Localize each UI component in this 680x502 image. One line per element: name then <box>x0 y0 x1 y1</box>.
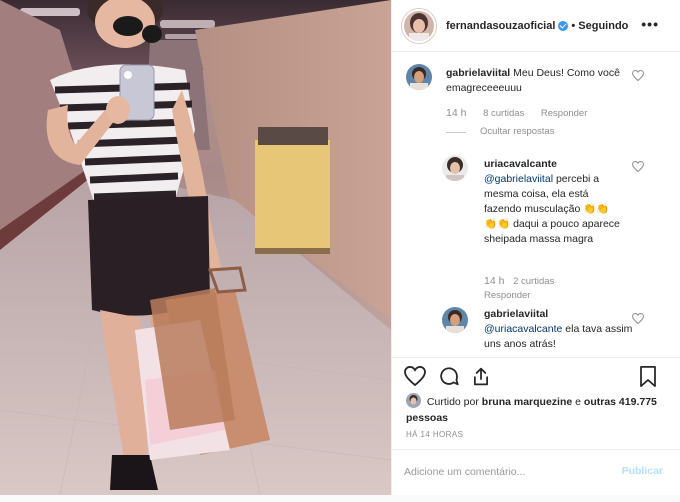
comment-username[interactable]: gabrielaviital <box>446 67 510 79</box>
post-side-panel: fernandasouzaoficial • Seguindo ••• gabr… <box>391 0 680 495</box>
more-options-icon[interactable]: ••• <box>641 16 659 32</box>
likes-summary: Curtido por bruna marquezine e outras 41… <box>406 393 676 426</box>
comment-body: gabrielaviital Meu Deus! Como você emagr… <box>446 66 636 96</box>
comment-mention[interactable]: @uriacavalcante <box>484 323 562 335</box>
hide-replies-button[interactable]: Ocultar respostas <box>480 126 554 137</box>
post-header: fernandasouzaoficial • Seguindo ••• <box>392 0 680 52</box>
comment-like-heart-icon[interactable] <box>632 313 644 324</box>
comment-time: 14 h <box>446 107 467 119</box>
comment-reply: uriacavalcante @gabrielaviital percebi a… <box>392 147 680 302</box>
reply-button[interactable]: Responder <box>484 290 530 301</box>
bookmark-icon[interactable] <box>639 366 657 387</box>
verified-badge-icon <box>558 20 569 31</box>
following-button[interactable]: Seguindo <box>578 20 628 32</box>
separator-dot: • <box>571 19 576 32</box>
post-actions <box>392 357 680 393</box>
comment-time: 14 h <box>484 275 505 287</box>
likes-prefix: Curtido por <box>426 396 479 408</box>
comment-body: uriacavalcante @gabrielaviital percebi a… <box>484 157 624 247</box>
comment-reply: gabrielaviital @uriacavalcante ela tava … <box>392 302 680 357</box>
comments-list[interactable]: gabrielaviital Meu Deus! Como você emagr… <box>392 52 680 357</box>
comment: gabrielaviital Meu Deus! Como você emagr… <box>392 52 680 147</box>
commenter-avatar[interactable] <box>442 307 468 333</box>
comment-icon[interactable] <box>438 366 460 387</box>
post-photo[interactable] <box>0 0 391 495</box>
reply-button[interactable]: Responder <box>541 108 587 119</box>
author-username[interactable]: fernandasouzaoficial <box>446 20 555 32</box>
share-icon[interactable] <box>470 366 492 387</box>
heart-icon[interactable] <box>404 366 426 386</box>
commenter-avatar[interactable] <box>442 155 468 181</box>
comment-like-heart-icon[interactable] <box>632 161 644 172</box>
replies-divider <box>446 132 466 133</box>
comment-body: gabrielaviital @uriacavalcante ela tava … <box>484 307 634 352</box>
likes-conjunction: e <box>575 396 581 408</box>
comment-username[interactable]: gabrielaviital <box>484 308 548 320</box>
comment-mention[interactable]: @gabrielaviital <box>484 173 553 185</box>
author-avatar[interactable] <box>402 8 436 43</box>
bottom-border <box>0 495 680 502</box>
comment-input[interactable] <box>404 462 604 482</box>
comment-like-heart-icon[interactable] <box>632 70 644 81</box>
add-comment-bar: Publicar <box>392 449 680 495</box>
comment-likes-count[interactable]: 8 curtidas <box>483 108 524 119</box>
commenter-avatar[interactable] <box>406 64 432 90</box>
first-liker-username[interactable]: bruna marquezine <box>482 396 572 408</box>
comment-likes-count[interactable]: 2 curtidas <box>513 276 554 287</box>
comment-username[interactable]: uriacavalcante <box>484 158 557 170</box>
comment-meta: 14 h 8 curtidas Responder <box>446 107 601 119</box>
publish-button[interactable]: Publicar <box>622 465 663 477</box>
liker-avatar[interactable] <box>406 393 421 408</box>
comment-meta: 14 h 2 curtidas <box>484 275 568 287</box>
mirror-selfie-image <box>0 0 391 495</box>
post-timestamp[interactable]: HÁ 14 HORAS <box>406 430 463 439</box>
